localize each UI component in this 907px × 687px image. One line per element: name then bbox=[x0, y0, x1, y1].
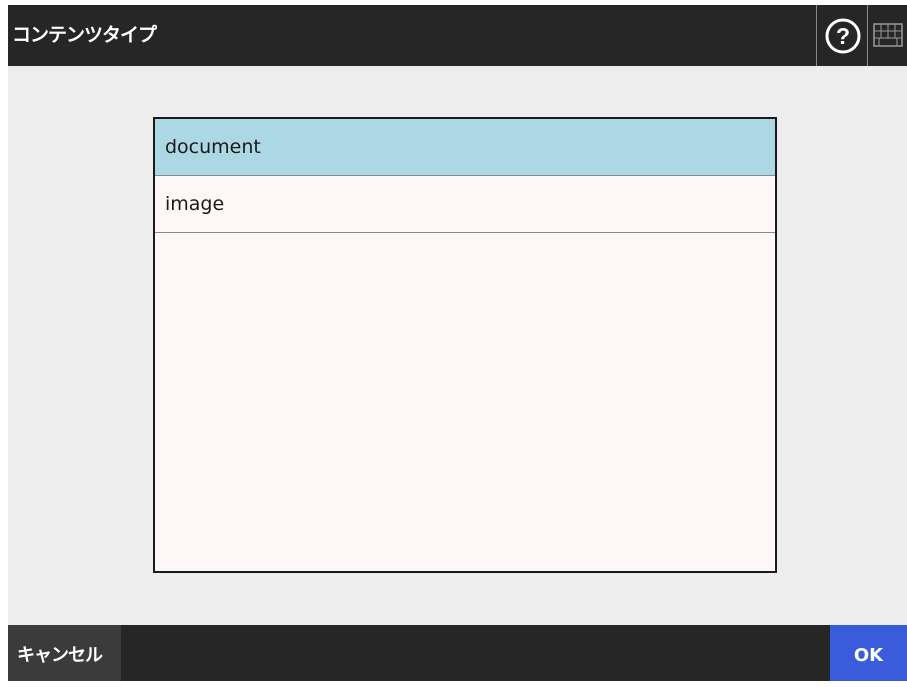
list-item-label: document bbox=[165, 136, 261, 158]
list-item-image[interactable]: image bbox=[155, 176, 775, 233]
page-title: コンテンツタイプ bbox=[12, 24, 157, 46]
ok-button[interactable]: OK bbox=[830, 625, 907, 681]
list-item-label: image bbox=[165, 193, 225, 215]
keyboard-button[interactable] bbox=[868, 5, 907, 66]
content-type-list[interactable]: document image bbox=[153, 117, 777, 573]
help-button[interactable]: ? bbox=[816, 5, 868, 66]
title-bar: コンテンツタイプ ? bbox=[8, 5, 907, 66]
help-icon: ? bbox=[825, 18, 861, 54]
list-item-document[interactable]: document bbox=[155, 119, 775, 176]
screen: コンテンツタイプ ? document image キャンセル OK bbox=[8, 5, 907, 681]
svg-text:?: ? bbox=[836, 23, 850, 49]
keyboard-icon bbox=[873, 23, 903, 47]
bottom-bar: キャンセル OK bbox=[8, 625, 907, 681]
cancel-button[interactable]: キャンセル bbox=[8, 625, 121, 681]
